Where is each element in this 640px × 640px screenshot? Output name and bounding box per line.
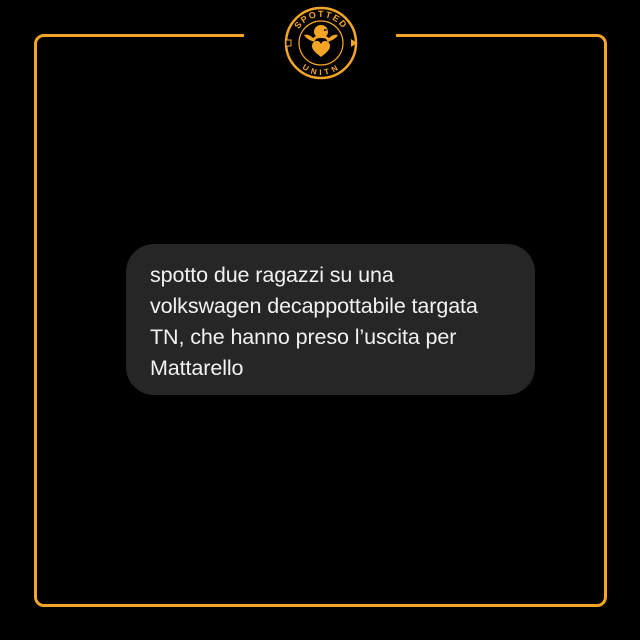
message-text: spotto due ragazzi su una volkswagen dec… [150,260,515,384]
logo-left-ornament [285,39,292,47]
message-line: Mattarello [150,356,244,380]
spotted-unitn-logo: SPOTTED UNITN [283,5,359,81]
message-bubble: spotto due ragazzi su una volkswagen dec… [126,244,535,395]
message-line: volkswagen decappottabile targata [150,294,478,318]
message-line: TN, che hanno preso l’uscita per [150,325,457,349]
message-line: spotto due ragazzi su una [150,263,394,287]
logo-icon: SPOTTED UNITN [284,6,358,80]
